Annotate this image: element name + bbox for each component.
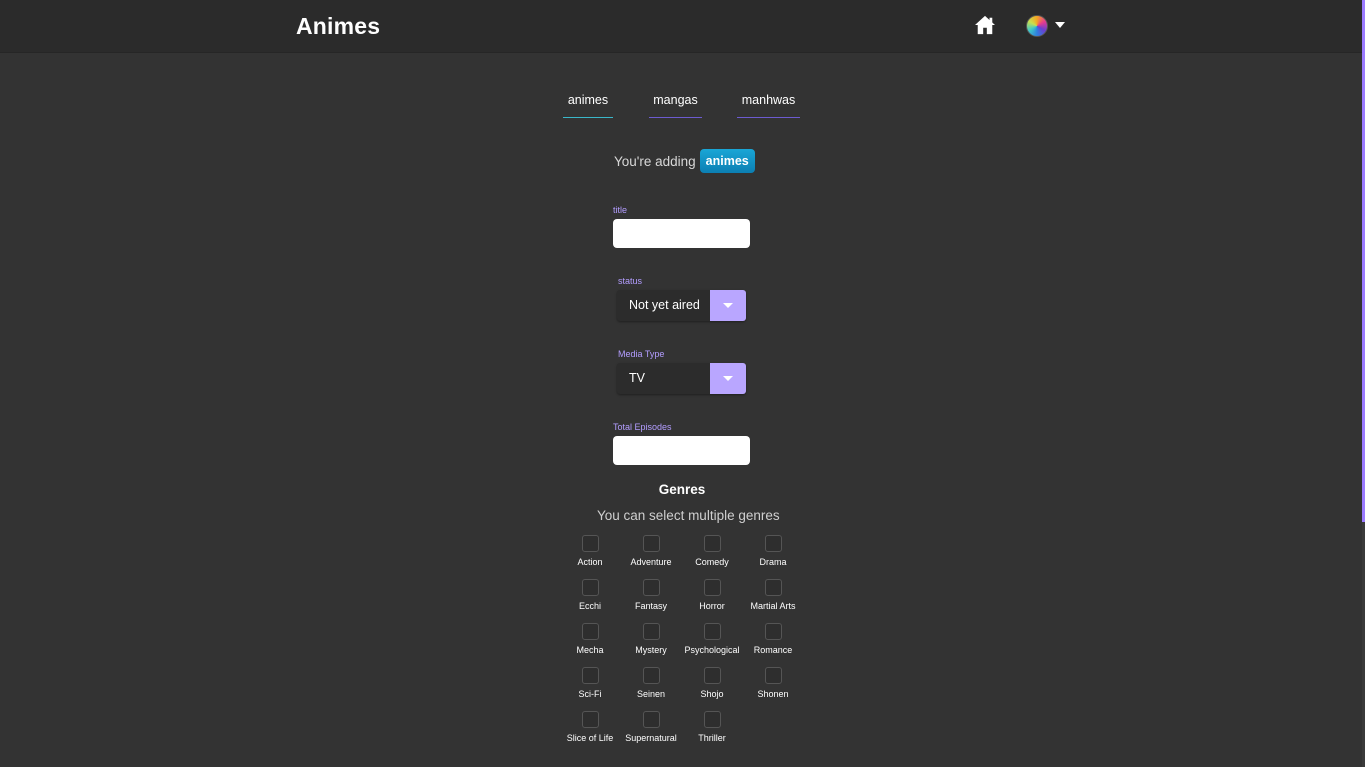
genre-checkbox[interactable] [703,535,721,552]
genre-option[interactable]: Shojo [681,667,743,707]
genre-label: Shonen [757,689,789,699]
genre-checkbox[interactable] [764,535,782,552]
genre-checkbox[interactable] [642,535,660,552]
genre-label: Adventure [630,557,672,567]
genre-label: Drama [759,557,787,567]
genre-checkbox[interactable] [764,667,782,684]
genre-label: Horror [699,601,725,611]
genre-option[interactable]: Fantasy [620,579,682,619]
genre-option[interactable]: Martial Arts [742,579,804,619]
genre-option[interactable]: Supernatural [620,711,682,751]
genre-label: Supernatural [625,733,677,743]
genre-option[interactable]: Horror [681,579,743,619]
media-type-value: TV [629,371,645,385]
genre-option[interactable]: Sci-Fi [559,667,621,707]
genre-option[interactable]: Adventure [620,535,682,575]
genre-option[interactable]: Mecha [559,623,621,663]
tab-manhwas[interactable]: manhwas [737,90,800,118]
chevron-down-icon [723,376,733,381]
genre-checkbox[interactable] [581,711,599,728]
status-dropdown-button[interactable] [710,290,746,321]
genre-checkbox[interactable] [703,623,721,640]
title-input[interactable] [613,219,750,248]
genre-option[interactable]: Action [559,535,621,575]
genre-label: Seinen [636,689,666,699]
genre-label: Fantasy [634,601,667,611]
top-navbar: Animes [0,0,1362,53]
genre-label: Shojo [700,689,724,699]
tab-animes[interactable]: animes [563,90,613,118]
adding-indicator: You're adding animes [614,148,755,174]
title-label: title [613,205,628,215]
genre-checkbox[interactable] [581,623,599,640]
genre-option[interactable]: Seinen [620,667,682,707]
genres-title: Genres [0,482,1362,497]
genre-checkbox[interactable] [581,535,599,552]
status-select[interactable]: Not yet aired [617,290,746,321]
genre-checkbox[interactable] [764,579,782,596]
media-type-select[interactable]: TV [617,363,746,394]
genre-label: Ecchi [578,601,601,611]
home-icon[interactable] [974,15,996,35]
genre-option[interactable]: Shonen [742,667,804,707]
adding-prefix: You're adding [614,153,696,169]
genre-label: Mystery [635,645,667,655]
genre-label: Psychological [684,645,740,655]
genre-option[interactable]: Drama [742,535,804,575]
genre-checkbox[interactable] [703,711,721,728]
genre-checkbox[interactable] [581,667,599,684]
genre-label: Mecha [576,645,604,655]
genre-checkbox[interactable] [642,711,660,728]
total-episodes-label: Total Episodes [613,422,672,432]
genre-label: Action [577,557,603,567]
genre-checkbox[interactable] [703,667,721,684]
genre-label: Slice of Life [566,733,614,743]
genre-option[interactable]: Thriller [681,711,743,751]
app-title[interactable]: Animes [296,13,380,40]
adding-badge: animes [699,149,755,173]
genres-subtitle: You can select multiple genres [597,508,780,523]
status-value: Not yet aired [629,298,700,312]
status-label: status [618,276,643,286]
genre-option[interactable]: Ecchi [559,579,621,619]
genre-checkbox[interactable] [764,623,782,640]
genre-label: Thriller [698,733,726,743]
genre-checkbox[interactable] [642,667,660,684]
genres-heading: Genres [658,482,706,497]
genre-label: Comedy [695,557,729,567]
media-type-label: Media Type [618,349,665,359]
genre-checkbox[interactable] [703,579,721,596]
avatar[interactable] [1026,15,1048,37]
genre-option[interactable]: Romance [742,623,804,663]
genre-option[interactable]: Slice of Life [559,711,621,751]
genre-option[interactable]: Psychological [681,623,743,663]
chevron-down-icon[interactable] [1055,22,1065,28]
genre-checkbox[interactable] [642,623,660,640]
tab-mangas[interactable]: mangas [649,90,702,118]
media-type-dropdown-button[interactable] [710,363,746,394]
genre-label: Romance [753,645,793,655]
genre-checkbox[interactable] [581,579,599,596]
genre-checkbox[interactable] [642,579,660,596]
genre-label: Sci-Fi [578,689,602,699]
chevron-down-icon [723,303,733,308]
total-episodes-input[interactable] [613,436,750,465]
genre-option[interactable]: Mystery [620,623,682,663]
genre-option[interactable]: Comedy [681,535,743,575]
genre-label: Martial Arts [750,601,796,611]
